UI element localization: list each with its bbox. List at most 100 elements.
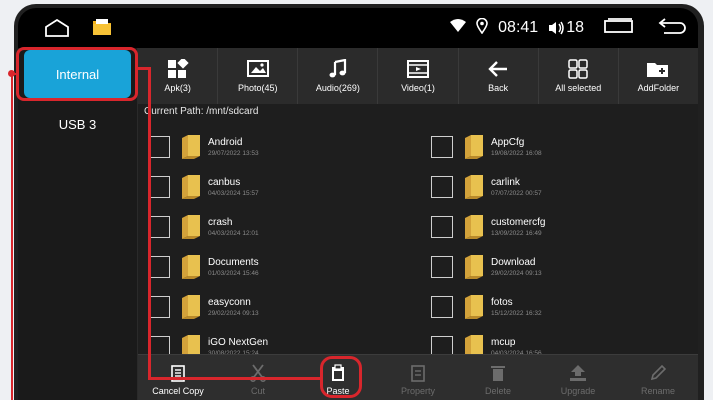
folder-icon bbox=[180, 174, 202, 200]
folder-icon bbox=[463, 174, 485, 200]
back-arrow-icon bbox=[488, 61, 508, 77]
file-date: 29/02/2024 09:13 bbox=[208, 309, 259, 317]
upgrade-button[interactable]: Upgrade bbox=[538, 355, 618, 400]
action-label: Rename bbox=[640, 385, 676, 396]
folder-icon bbox=[180, 254, 202, 280]
file-text: crash 04/03/2024 12:01 bbox=[208, 217, 259, 238]
select-checkbox[interactable] bbox=[431, 136, 453, 158]
action-label: Upgrade bbox=[560, 385, 596, 396]
select-checkbox[interactable] bbox=[148, 216, 170, 238]
volume-icon bbox=[548, 21, 566, 35]
tab-label: Audio(269) bbox=[315, 83, 360, 93]
file-text: customercfg 13/09/2022 16:49 bbox=[491, 217, 545, 238]
property-button[interactable]: Property bbox=[378, 355, 458, 400]
file-name: mcup bbox=[491, 336, 516, 348]
select-checkbox[interactable] bbox=[431, 336, 453, 356]
tab-video[interactable]: Video(1) bbox=[378, 48, 459, 104]
select-all-button[interactable]: All selected bbox=[539, 48, 619, 104]
folder-icon bbox=[463, 214, 485, 240]
status-bar: 08:41 18 bbox=[18, 8, 698, 48]
tab-label: Back bbox=[488, 83, 509, 93]
select-checkbox[interactable] bbox=[148, 136, 170, 158]
select-checkbox[interactable] bbox=[431, 176, 453, 198]
select-checkbox[interactable] bbox=[431, 296, 453, 318]
recent-apps-icon[interactable] bbox=[604, 17, 634, 39]
file-name: iGO NextGen bbox=[208, 336, 269, 348]
add-folder-button[interactable]: AddFolder bbox=[619, 48, 698, 104]
back-button[interactable]: Back bbox=[459, 48, 539, 104]
select-checkbox[interactable] bbox=[148, 256, 170, 278]
category-toolbar: Apk(3) Photo(45) Audio(269) Video(1) Bac… bbox=[138, 48, 698, 104]
file-date: 04/03/2024 12:01 bbox=[208, 229, 259, 237]
location-icon bbox=[476, 17, 488, 39]
file-date: 01/03/2024 15:46 bbox=[208, 269, 259, 277]
file-item[interactable]: easyconn 29/02/2024 09:13 bbox=[148, 286, 431, 326]
delete-button[interactable]: Delete bbox=[458, 355, 538, 400]
video-icon bbox=[406, 60, 429, 78]
upload-icon bbox=[570, 364, 586, 381]
folder-icon bbox=[180, 294, 202, 320]
file-name: crash bbox=[208, 216, 233, 228]
file-text: fotos 15/12/2022 16:32 bbox=[491, 297, 542, 318]
wifi-icon bbox=[450, 18, 467, 38]
file-item[interactable]: Android 29/07/2022 13:53 bbox=[148, 126, 431, 166]
file-text: Android 29/07/2022 13:53 bbox=[208, 137, 259, 158]
file-name: canbus bbox=[208, 176, 241, 188]
select-checkbox[interactable] bbox=[431, 216, 453, 238]
grid-icon bbox=[568, 59, 589, 79]
internal-highlight-box bbox=[16, 47, 138, 101]
clock-time: 08:41 bbox=[498, 19, 539, 36]
file-text: Documents 01/03/2024 15:46 bbox=[208, 257, 259, 278]
folder-icon bbox=[463, 254, 485, 280]
file-name: carlink bbox=[491, 176, 520, 188]
file-item[interactable]: Documents 01/03/2024 15:46 bbox=[148, 246, 431, 286]
add-folder-icon bbox=[647, 63, 669, 77]
file-item[interactable]: customercfg 13/09/2022 16:49 bbox=[431, 206, 698, 246]
rename-button[interactable]: Rename bbox=[618, 355, 698, 400]
home-icon[interactable] bbox=[44, 18, 70, 42]
file-item[interactable]: AppCfg 19/08/2022 16:08 bbox=[431, 126, 698, 166]
tab-label: AddFolder bbox=[637, 83, 680, 93]
sidebar-item-usb3[interactable]: USB 3 bbox=[18, 98, 137, 150]
file-name: Documents bbox=[208, 256, 259, 268]
tab-label: Video(1) bbox=[401, 83, 435, 93]
select-checkbox[interactable] bbox=[148, 176, 170, 198]
file-item[interactable]: crash 04/03/2024 12:01 bbox=[148, 206, 431, 246]
action-label: Cancel Copy bbox=[152, 385, 204, 396]
file-name: easyconn bbox=[208, 296, 251, 308]
file-item[interactable]: Download 29/02/2024 09:13 bbox=[431, 246, 698, 286]
sidebar-item-label: USB 3 bbox=[58, 116, 97, 132]
tab-audio[interactable]: Audio(269) bbox=[298, 48, 379, 104]
file-date: 29/07/2022 13:53 bbox=[208, 149, 259, 157]
annotation-line bbox=[148, 377, 322, 380]
tab-label: All selected bbox=[555, 83, 602, 93]
audio-icon bbox=[329, 59, 346, 78]
volume-level: 18 bbox=[566, 19, 584, 36]
file-text: canbus 04/03/2024 15:57 bbox=[208, 177, 259, 198]
folder-icon bbox=[463, 134, 485, 160]
tab-label: Apk(3) bbox=[164, 83, 191, 93]
annotation-line bbox=[148, 67, 151, 379]
tab-photo[interactable]: Photo(45) bbox=[218, 48, 299, 104]
file-list: Android 29/07/2022 13:53 AppCfg 19/08/2022 … bbox=[148, 126, 698, 356]
photo-icon bbox=[246, 60, 269, 77]
action-label: Cut bbox=[250, 385, 265, 396]
trash-icon bbox=[491, 365, 505, 381]
action-label: Delete bbox=[484, 385, 511, 396]
file-item[interactable]: mcup 04/03/2024 16:56 bbox=[431, 326, 698, 356]
folder-icon bbox=[180, 334, 202, 356]
file-item[interactable]: carlink 07/07/2022 00:57 bbox=[431, 166, 698, 206]
file-name: fotos bbox=[491, 296, 513, 308]
select-checkbox[interactable] bbox=[431, 256, 453, 278]
file-item[interactable]: iGO NextGen 30/08/2022 15:24 bbox=[148, 326, 431, 356]
select-checkbox[interactable] bbox=[148, 336, 170, 356]
annotation-line bbox=[11, 73, 13, 400]
file-item[interactable]: canbus 04/03/2024 15:57 bbox=[148, 166, 431, 206]
back-nav-icon[interactable] bbox=[658, 17, 688, 40]
select-checkbox[interactable] bbox=[148, 296, 170, 318]
tab-label: Photo(45) bbox=[237, 83, 278, 93]
folder-icon bbox=[463, 294, 485, 320]
folder-icon bbox=[463, 334, 485, 356]
file-date: 13/09/2022 16:49 bbox=[491, 229, 542, 237]
file-item[interactable]: fotos 15/12/2022 16:32 bbox=[431, 286, 698, 326]
